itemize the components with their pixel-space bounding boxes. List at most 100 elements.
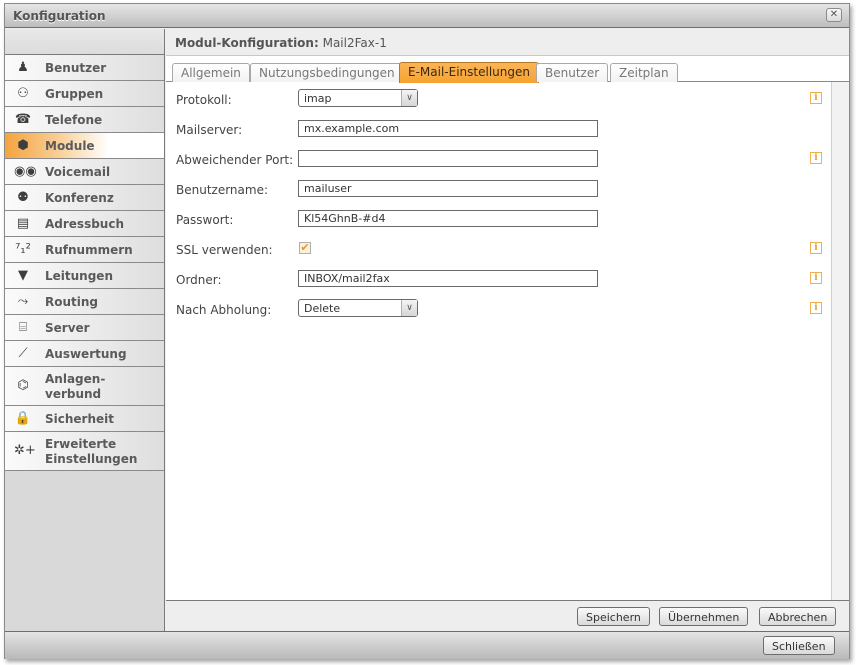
sidebar-item-label: Erweiterte Einstellungen: [45, 437, 138, 466]
folder-label: Ordner:: [176, 273, 222, 287]
username-input[interactable]: [298, 180, 598, 197]
routing-icon: ⤳: [17, 294, 29, 309]
window-titlebar: Konfiguration ✕: [5, 4, 849, 28]
protocol-value: imap: [304, 92, 332, 105]
ssl-checkbox[interactable]: ✔: [299, 242, 311, 254]
sidebar-item-routing[interactable]: ⤳ Routing: [5, 289, 164, 315]
user-icon: ♟: [17, 60, 29, 75]
ssl-label: SSL verwenden:: [176, 243, 273, 257]
close-button[interactable]: Schließen: [763, 636, 835, 655]
chart-icon: ⟋: [18, 346, 28, 361]
password-row: Passwort:: [166, 209, 849, 231]
module-config-panel: Modul-Konfiguration: Mail2Fax-1 Allgemei…: [166, 29, 849, 631]
chevron-down-icon: ∨: [401, 300, 417, 316]
save-button[interactable]: Speichern: [577, 607, 650, 626]
tab-nutzungsbedingungen[interactable]: Nutzungsbedingungen: [250, 63, 404, 82]
sidebar-item-server[interactable]: ⌸ Server: [5, 315, 164, 341]
numbers-icon: ⁷₁²: [15, 242, 31, 257]
sidebar-item-leitungen[interactable]: ▼ Leitungen: [5, 263, 164, 289]
protocol-select[interactable]: imap ∨: [298, 89, 418, 107]
advanced-settings-icon: ✲+: [14, 443, 36, 458]
sidebar-item-adressbuch[interactable]: ▤ Adressbuch: [5, 211, 164, 237]
sidebar-item-label: Leitungen: [45, 269, 113, 283]
sidebar-item-voicemail[interactable]: ◉◉ Voicemail: [5, 159, 164, 185]
voicemail-icon: ◉◉: [14, 164, 37, 179]
sidebar-item-label: Telefone: [45, 113, 103, 127]
sidebar-item-label: Sicherheit: [45, 412, 114, 426]
username-row: Benutzername:: [166, 179, 849, 201]
form-button-bar: Speichern Übernehmen Abbrechen: [166, 600, 849, 631]
lock-icon: 🔒: [14, 411, 32, 426]
window-footer: Schließen: [5, 631, 849, 659]
email-settings-form: Protokoll: imap ∨ i Mailserver: Abweiche…: [166, 82, 849, 600]
module-heading-label: Modul-Konfiguration:: [175, 36, 319, 50]
sidebar-item-rufnummern[interactable]: ⁷₁² Rufnummern: [5, 237, 164, 263]
sidebar-item-label: Konferenz: [45, 191, 114, 205]
sidebar-header: [5, 29, 164, 55]
info-icon[interactable]: i: [810, 152, 822, 164]
sidebar-item-anlagen-verbund[interactable]: ⌬ Anlagen- verbund: [5, 367, 164, 406]
tab-allgemein[interactable]: Allgemein: [172, 63, 250, 82]
password-input[interactable]: [298, 210, 598, 227]
server-icon: ⌸: [19, 320, 27, 335]
tab-zeitplan[interactable]: Zeitplan: [610, 63, 678, 82]
phone-icon: ☎: [14, 112, 32, 127]
protocol-row: Protokoll: imap ∨ i: [166, 89, 849, 111]
sidebar-item-label: Auswertung: [45, 347, 127, 361]
ssl-row: SSL verwenden: ✔ i: [166, 239, 849, 261]
info-icon[interactable]: i: [810, 272, 822, 284]
sidebar-item-module[interactable]: ⬢ Module: [5, 133, 164, 159]
folder-input[interactable]: [298, 270, 598, 287]
tab-email-einstellungen[interactable]: E-Mail-Einstellungen: [399, 62, 539, 83]
tab-bar: Allgemein Nutzungsbedingungen E-Mail-Ein…: [166, 56, 849, 83]
cancel-button[interactable]: Abbrechen: [759, 607, 837, 626]
sidebar-item-gruppen[interactable]: ⚇ Gruppen: [5, 81, 164, 107]
close-x-icon[interactable]: ✕: [826, 8, 842, 22]
tab-benutzer[interactable]: Benutzer: [536, 63, 609, 82]
port-row: Abweichender Port: i: [166, 149, 849, 171]
sidebar-item-erweiterte-einstellungen[interactable]: ✲+ Erweiterte Einstellungen: [5, 432, 164, 471]
after-fetch-label: Nach Abholung:: [176, 303, 272, 317]
after-fetch-value: Delete: [304, 302, 341, 315]
module-heading-value: Mail2Fax-1: [322, 36, 387, 50]
mailserver-label: Mailserver:: [176, 123, 243, 137]
sidebar-item-label: Server: [45, 321, 90, 335]
sidebar-nav: ♟ Benutzer ⚇ Gruppen ☎ Telefone ⬢ Module ◉◉ Voice…: [5, 29, 165, 631]
group-icon: ⚇: [17, 86, 29, 101]
configuration-window: Konfiguration ✕ ♟ Benutzer ⚇ Gruppen ☎ Telefo…: [4, 3, 850, 659]
sidebar-item-label: Routing: [45, 295, 99, 309]
sidebar-item-label: Anlagen- verbund: [45, 372, 106, 401]
info-icon[interactable]: i: [810, 92, 822, 104]
sidebar-item-label: Rufnummern: [45, 243, 133, 257]
trunk-plug-icon: ▼: [18, 268, 28, 283]
info-icon[interactable]: i: [810, 302, 822, 314]
sidebar-item-label: Voicemail: [45, 165, 111, 179]
sidebar-item-label: Benutzer: [45, 61, 107, 75]
chevron-down-icon: ∨: [401, 90, 417, 106]
network-icon: ⌬: [17, 378, 29, 393]
sidebar-item-benutzer[interactable]: ♟ Benutzer: [5, 55, 164, 81]
after-fetch-row: Nach Abholung: Delete ∨ i: [166, 299, 849, 321]
address-book-icon: ▤: [16, 216, 30, 231]
sidebar-item-label: Adressbuch: [45, 217, 125, 231]
module-box-icon: ⬢: [17, 138, 29, 153]
sidebar-item-telefone[interactable]: ☎ Telefone: [5, 107, 164, 133]
module-heading: Modul-Konfiguration: Mail2Fax-1: [166, 29, 849, 56]
password-label: Passwort:: [176, 213, 234, 227]
info-icon[interactable]: i: [810, 242, 822, 254]
conference-icon: ⚉: [17, 190, 29, 205]
folder-row: Ordner: i: [166, 269, 849, 291]
apply-button[interactable]: Übernehmen: [659, 607, 749, 626]
sidebar-item-label: Gruppen: [45, 87, 104, 101]
port-label: Abweichender Port:: [176, 153, 294, 167]
sidebar-item-sicherheit[interactable]: 🔒 Sicherheit: [5, 406, 164, 432]
sidebar-item-auswertung[interactable]: ⟋ Auswertung: [5, 341, 164, 367]
window-title: Konfiguration: [13, 9, 106, 23]
port-input[interactable]: [298, 150, 598, 167]
after-fetch-select[interactable]: Delete ∨: [298, 299, 418, 317]
mailserver-input[interactable]: [298, 120, 598, 137]
username-label: Benutzername:: [176, 183, 269, 197]
protocol-label: Protokoll:: [176, 93, 232, 107]
form-scrollbar[interactable]: [831, 82, 849, 600]
sidebar-item-konferenz[interactable]: ⚉ Konferenz: [5, 185, 164, 211]
